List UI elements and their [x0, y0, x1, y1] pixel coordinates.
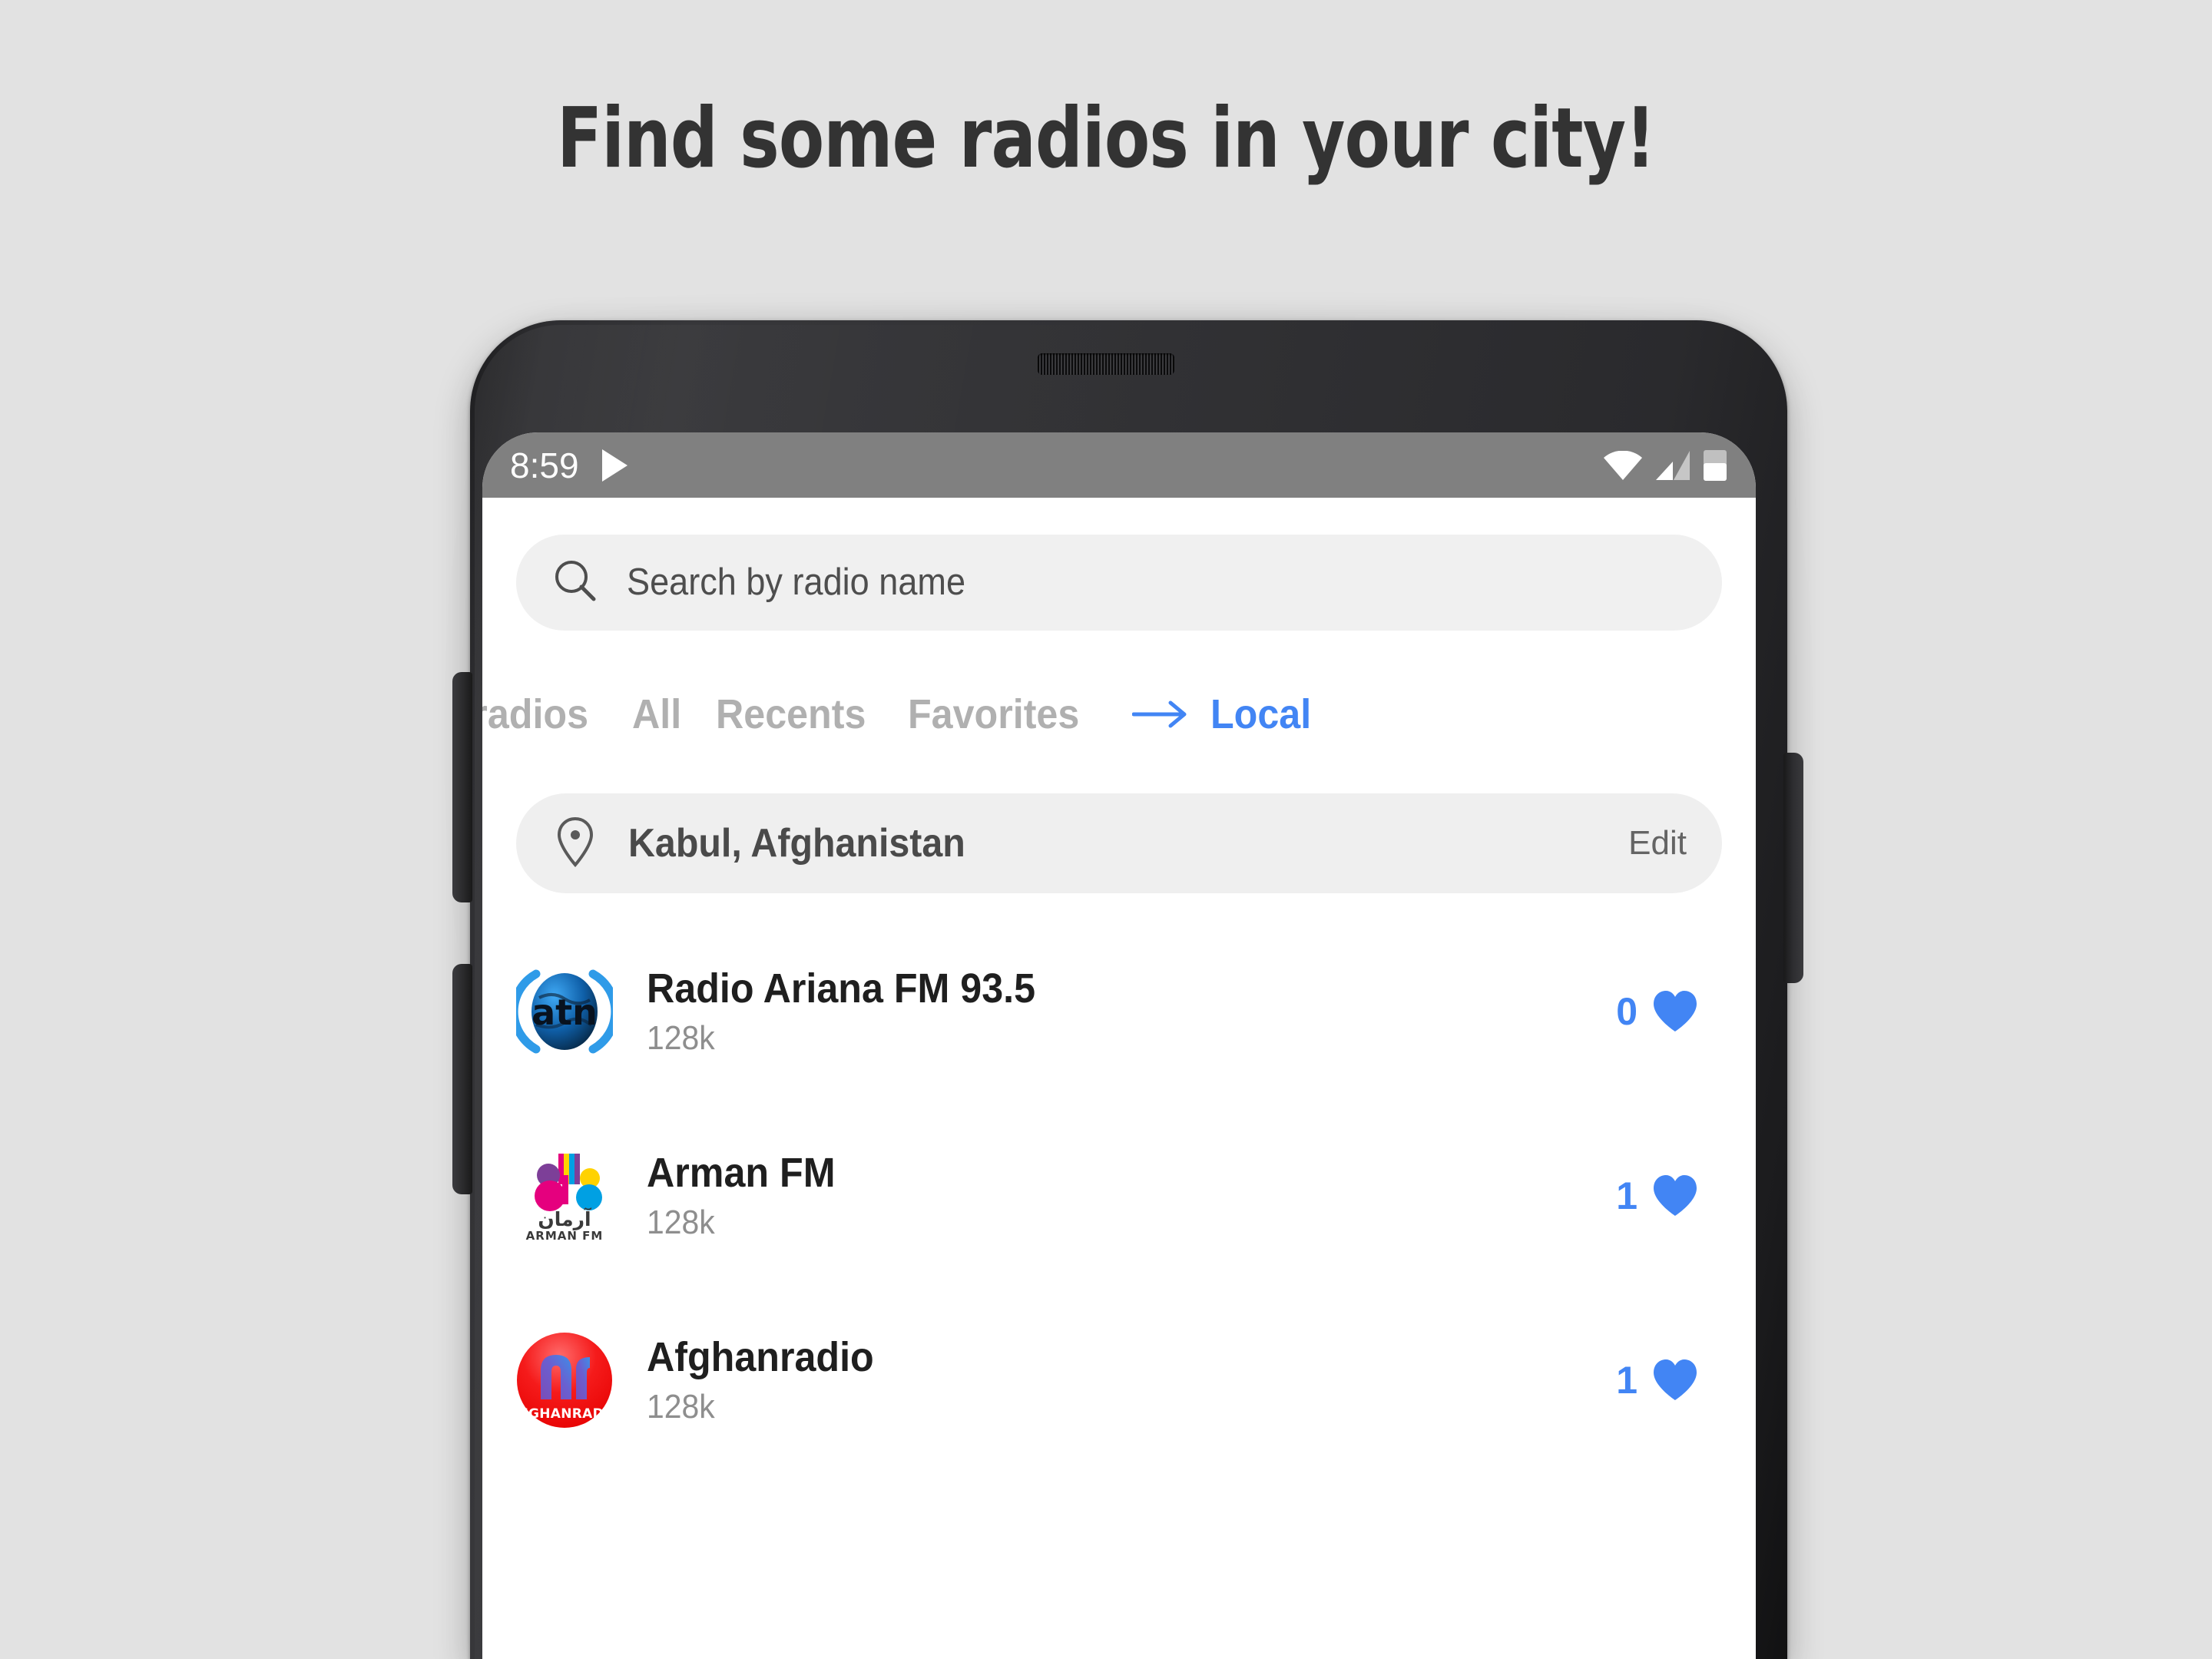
tab-recents[interactable]: Recents: [716, 694, 866, 735]
status-bar-icons: [1604, 449, 1727, 481]
favorite-count: 1: [1616, 1359, 1637, 1402]
radio-item-text: Radio Ariana FM 93.5 128k: [647, 968, 1065, 1055]
radio-list-item[interactable]: آرمان ARMAN FM Arman FM 128k 1: [516, 1104, 1722, 1288]
tab-local-group[interactable]: Local: [1132, 694, 1319, 735]
category-tabs[interactable]: op radios All Recents Favorites Local: [482, 672, 1756, 757]
page-headline: Find some radios in your city!: [557, 91, 1656, 187]
status-bar: 8:59: [482, 432, 1756, 498]
radio-name: Afghanradio: [647, 1334, 874, 1380]
search-icon: [553, 558, 598, 607]
location-name: Kabul, Afghanistan: [628, 821, 965, 866]
volume-down-button[interactable]: [452, 964, 472, 1194]
radio-name: Radio Ariana FM 93.5: [647, 965, 1036, 1012]
svg-text:atn: atn: [531, 992, 598, 1033]
search-section: Search by radio name: [482, 498, 1756, 631]
svg-text:AFGHANRADIO: AFGHANRADIO: [516, 1406, 613, 1422]
wifi-icon: [1604, 450, 1642, 480]
arman-fm-logo: آرمان ARMAN FM: [516, 1147, 613, 1244]
heart-icon[interactable]: [1651, 1174, 1699, 1218]
radio-list: atn Radio Ariana FM 93.5 128k 0 آرمان AR…: [482, 893, 1756, 1472]
favorite-control[interactable]: 1: [1616, 1358, 1722, 1402]
favorite-count: 0: [1616, 990, 1637, 1033]
tab-all[interactable]: All: [632, 694, 681, 735]
radio-name: Arman FM: [647, 1150, 836, 1196]
svg-text:ARMAN FM: ARMAN FM: [526, 1229, 604, 1243]
tab-local[interactable]: Local: [1210, 694, 1311, 735]
favorite-control[interactable]: 1: [1616, 1174, 1722, 1218]
tab-top-radios[interactable]: op radios: [482, 694, 588, 735]
afghanradio-logo: AFGHANRADIO: [516, 1332, 613, 1429]
location-pin-icon: [556, 816, 594, 871]
favorite-control[interactable]: 0: [1616, 989, 1722, 1034]
favorite-count: 1: [1616, 1174, 1637, 1217]
radio-item-text: Arman FM 128k: [647, 1152, 849, 1240]
location-bar[interactable]: Kabul, Afghanistan Edit: [516, 793, 1722, 893]
power-button[interactable]: [1783, 753, 1803, 983]
heart-icon[interactable]: [1651, 989, 1699, 1034]
search-placeholder-text: Search by radio name: [627, 561, 966, 603]
phone-screen: 8:59 Search by radio name radios All Rec…: [482, 432, 1756, 1659]
radio-bitrate: 128k: [647, 1204, 715, 1241]
radio-list-item[interactable]: AFGHANRADIO Afghanradio 128k 1: [516, 1288, 1722, 1472]
battery-icon: [1704, 449, 1727, 481]
volume-up-button[interactable]: [452, 672, 472, 902]
status-bar-clock: 8:59: [510, 445, 579, 485]
svg-text:آرمان: آرمان: [538, 1207, 592, 1230]
location-section: Kabul, Afghanistan Edit: [482, 757, 1756, 893]
radio-bitrate: 128k: [647, 1019, 715, 1057]
play-icon: [601, 449, 628, 482]
cell-signal-icon: [1654, 450, 1691, 480]
heart-icon[interactable]: [1651, 1358, 1699, 1402]
radio-list-item[interactable]: atn Radio Ariana FM 93.5 128k 0: [516, 919, 1722, 1104]
radio-bitrate: 128k: [647, 1388, 715, 1426]
radio-item-text: Afghanradio 128k: [647, 1336, 891, 1424]
search-input[interactable]: Search by radio name: [516, 535, 1722, 631]
arrow-right-icon: [1132, 699, 1190, 730]
tab-favorites[interactable]: Favorites: [908, 694, 1079, 735]
location-edit-button[interactable]: Edit: [1628, 826, 1687, 860]
atn-globe-logo: atn: [516, 963, 613, 1060]
earpiece-speaker-grille: [1038, 353, 1174, 375]
